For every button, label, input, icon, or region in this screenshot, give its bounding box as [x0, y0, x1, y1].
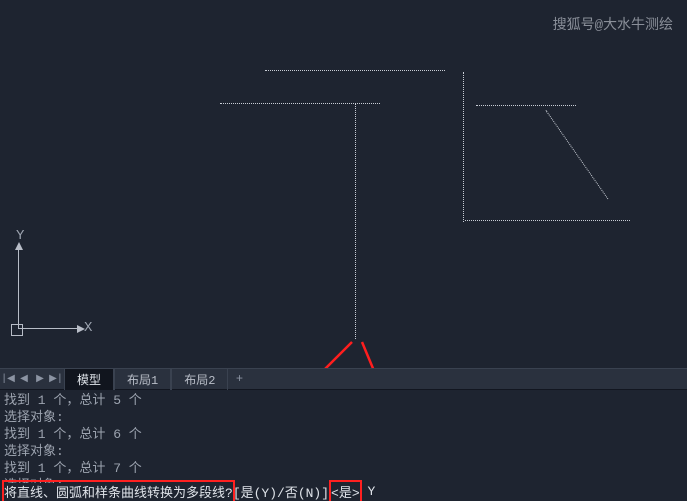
command-input[interactable]: 将直线、圆弧和样条曲线转换为多段线? [是(Y)/否(N)] <是> Y — [0, 483, 687, 500]
drawn-line[interactable] — [465, 220, 630, 221]
command-history[interactable]: 找到 1 个，总计 5 个 选择对象: 找到 1 个，总计 6 个 选择对象: … — [0, 390, 687, 483]
cmd-history-line: 选择对象: — [4, 409, 683, 426]
cmd-history-line: 找到 1 个，总计 7 个 — [4, 460, 683, 477]
tab-model[interactable]: 模型 — [64, 369, 114, 390]
drawn-line[interactable] — [355, 104, 356, 339]
drawn-line[interactable] — [220, 103, 380, 104]
drawn-line[interactable] — [546, 110, 609, 199]
drawn-line[interactable] — [476, 105, 576, 106]
layout-tab-bar: |◀ ◀ ▶ ▶| 模型 布局1 布局2 + — [0, 368, 687, 390]
prompt-user-input: Y — [360, 484, 376, 499]
tab-layout1[interactable]: 布局1 — [114, 369, 171, 390]
tab-nav-prev[interactable]: ◀ — [16, 369, 32, 389]
ucs-origin — [11, 324, 23, 336]
cmd-history-line: 找到 1 个，总计 6 个 — [4, 426, 683, 443]
prompt-options: [是(Y)/否(N)] — [233, 482, 329, 501]
prompt-default: <是> — [331, 482, 360, 501]
axis-y-label: Y — [16, 228, 24, 244]
ucs-y-axis — [18, 249, 19, 329]
prompt-question: 将直线、圆弧和样条曲线转换为多段线? — [4, 482, 233, 501]
tab-nav-next[interactable]: ▶ — [32, 369, 48, 389]
cmd-history-line: 选择对象: — [4, 443, 683, 460]
tab-nav-first[interactable]: |◀ — [0, 369, 16, 389]
drawing-canvas[interactable]: 搜狐号@大水牛测绘 Y X — [0, 0, 687, 368]
drawn-line[interactable] — [463, 72, 464, 222]
cmd-history-line: 找到 1 个，总计 5 个 — [4, 392, 683, 409]
axis-x-label: X — [84, 320, 92, 336]
tab-nav-last[interactable]: ▶| — [48, 369, 64, 389]
watermark: 搜狐号@大水牛测绘 — [553, 14, 673, 34]
tab-add-button[interactable]: + — [228, 372, 250, 386]
tab-layout2[interactable]: 布局2 — [171, 369, 228, 390]
ucs-x-axis — [18, 328, 78, 329]
drawn-line[interactable] — [265, 70, 445, 71]
